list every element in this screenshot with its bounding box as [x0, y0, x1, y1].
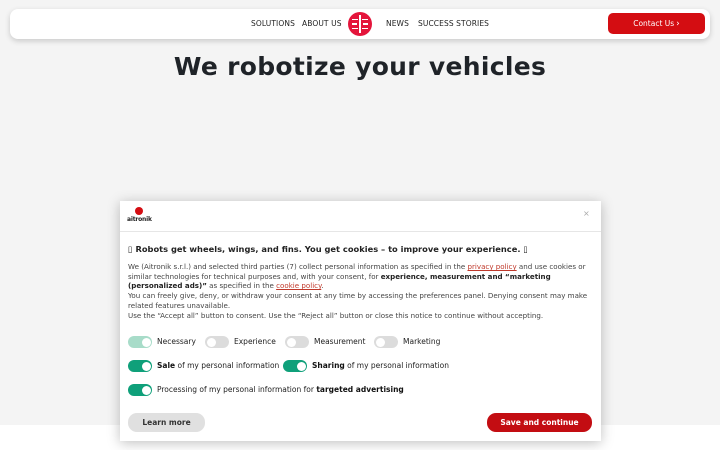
chevron-right-icon: › [676, 19, 680, 29]
brand-dot-icon [135, 207, 143, 215]
nav-about-link[interactable]: ABOUT US [302, 9, 342, 39]
body-preferences-text: You can freely give, deny, or withdraw y… [128, 291, 588, 310]
sale-label: Sale of my personal information [157, 360, 279, 372]
measurement-toggle[interactable] [285, 336, 309, 348]
necessary-toggle [128, 336, 152, 348]
brain-logo-icon[interactable] [348, 12, 372, 36]
privacy-policy-link[interactable]: privacy policy [467, 262, 516, 271]
sale-toggle[interactable] [128, 360, 152, 372]
nav-solutions-link[interactable]: SOLUTIONS [251, 9, 295, 39]
brand-wordmark: aitronik [127, 216, 152, 223]
dialog-header: aitronik × [120, 201, 601, 232]
cookie-policy-link[interactable]: cookie policy [276, 281, 321, 290]
consent-body: We (Aitronik s.r.l.) and selected third … [128, 262, 594, 320]
measurement-label: Measurement [314, 337, 366, 346]
aitronik-logo: aitronik [127, 207, 152, 227]
body-text-part: . [321, 281, 324, 291]
contact-us-label: Contact Us [633, 19, 675, 28]
sharing-label: Sharing of my personal information [312, 360, 449, 372]
targeted-advertising-toggle[interactable] [128, 384, 152, 396]
necessary-label: Necessary [157, 337, 196, 346]
contact-us-button[interactable]: Contact Us › [608, 13, 705, 34]
sale-label-bold: Sale [157, 361, 176, 370]
targeted-label-rest: Processing of my personal information fo… [157, 385, 317, 394]
sale-label-rest: of my personal information [175, 361, 280, 370]
top-navbar: SOLUTIONS ABOUT US NEWS SUCCESS STORIES … [10, 9, 710, 39]
cookie-consent-dialog: aitronik × ▯ Robots get wheels, wings, a… [120, 201, 601, 441]
marketing-label: Marketing [403, 337, 441, 346]
sharing-toggle[interactable] [283, 360, 307, 372]
experience-label: Experience [234, 337, 276, 346]
learn-more-button[interactable]: Learn more [128, 413, 205, 432]
sharing-label-rest: of my personal information [344, 361, 449, 370]
targeted-advertising-label: Processing of my personal information fo… [157, 384, 404, 396]
save-and-continue-button[interactable]: Save and continue [487, 413, 592, 432]
body-accept-text: Use the “Accept all” button to consent. … [128, 310, 544, 320]
body-text-part: We (Aitronik s.r.l.) and selected third … [128, 262, 468, 271]
nav-news-link[interactable]: NEWS [386, 9, 409, 39]
experience-toggle[interactable] [205, 336, 229, 348]
body-text-part: as specified in the [206, 281, 277, 291]
marketing-toggle[interactable] [374, 336, 398, 348]
targeted-label-bold: targeted advertising [316, 385, 404, 394]
sharing-label-bold: Sharing [312, 361, 345, 370]
close-icon[interactable]: × [583, 209, 590, 218]
nav-success-stories-link[interactable]: SUCCESS STORIES [418, 9, 489, 39]
consent-title: ▯ Robots get wheels, wings, and fins. Yo… [128, 244, 528, 254]
hero-title: We robotize your vehicles [173, 52, 547, 81]
